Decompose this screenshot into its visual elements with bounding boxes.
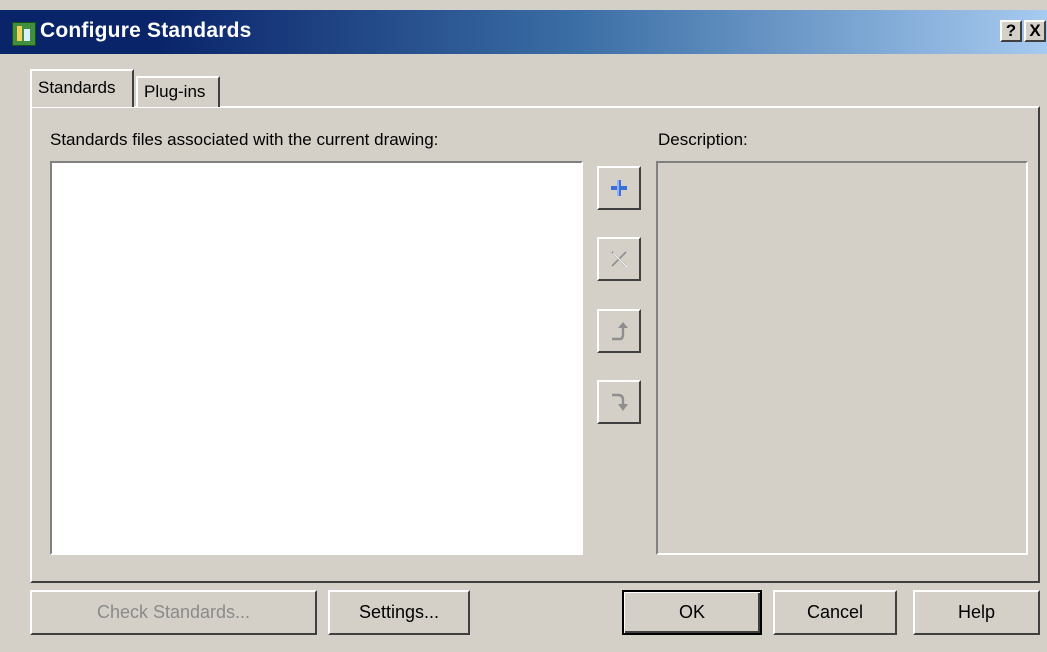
close-icon[interactable]: X: [1024, 20, 1046, 42]
move-down-icon: [612, 393, 628, 411]
description-label: Description:: [658, 130, 748, 149]
app-icon: [12, 22, 36, 46]
delete-x-icon: [611, 251, 628, 268]
tab-standards[interactable]: Standards: [30, 69, 134, 107]
window-title: Configure Standards: [40, 19, 252, 42]
add-standards-file-button[interactable]: [597, 166, 641, 210]
move-up-button[interactable]: [597, 309, 641, 353]
standards-files-label: Standards files associated with the curr…: [50, 130, 439, 149]
plus-icon: [611, 180, 627, 196]
help-icon[interactable]: ?: [1000, 20, 1022, 42]
tab-plug-ins[interactable]: Plug-ins: [136, 76, 220, 107]
description-box: [656, 161, 1028, 555]
standards-files-list[interactable]: [50, 161, 583, 555]
move-up-icon: [612, 322, 628, 341]
help-button[interactable]: Help: [913, 590, 1040, 635]
check-standards-button[interactable]: Check Standards...: [30, 590, 317, 635]
remove-standards-file-button[interactable]: [597, 237, 641, 281]
settings-button[interactable]: Settings...: [328, 590, 470, 635]
configure-standards-dialog: Configure Standards ? X Standards Plug-i…: [0, 0, 1047, 652]
move-down-button[interactable]: [597, 380, 641, 424]
cancel-button[interactable]: Cancel: [773, 590, 897, 635]
title-bar[interactable]: Configure Standards ? X: [0, 10, 1047, 54]
ok-button[interactable]: OK: [622, 590, 762, 635]
